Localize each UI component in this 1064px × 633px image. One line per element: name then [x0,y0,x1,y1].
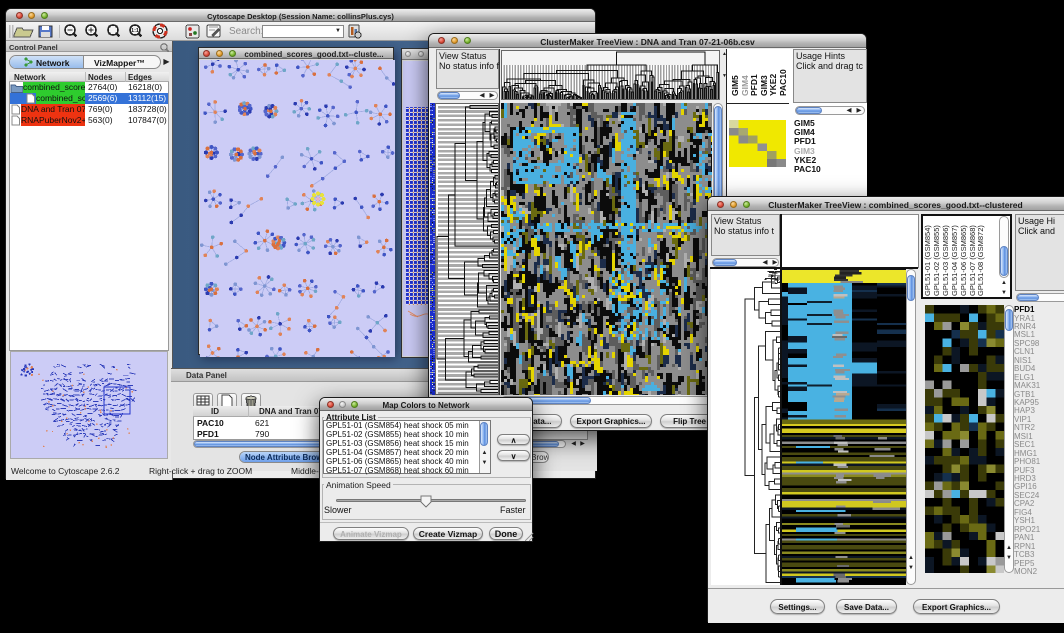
svg-text:1:1: 1:1 [131,28,139,34]
